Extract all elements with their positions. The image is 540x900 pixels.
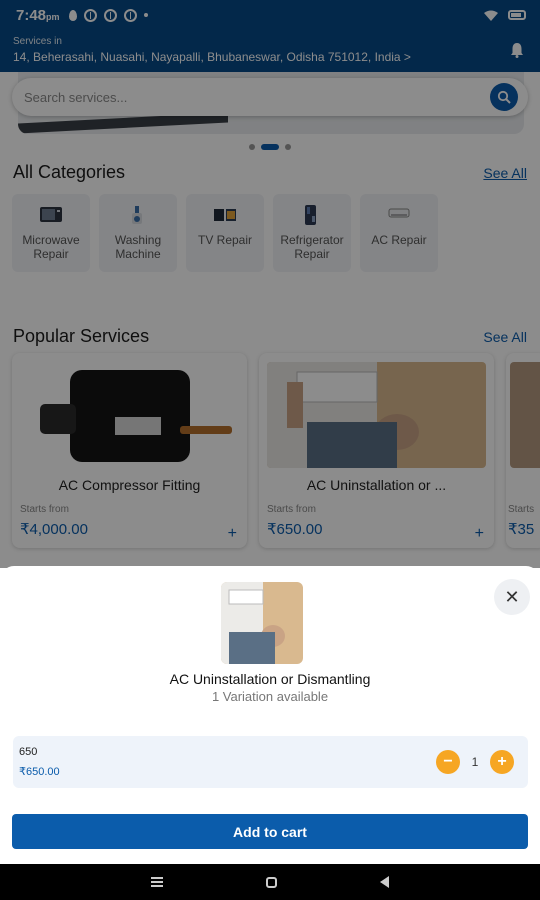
variant-price: ₹650.00 <box>19 766 60 778</box>
decrease-quantity-button[interactable]: − <box>436 750 460 774</box>
recent-apps-icon[interactable] <box>151 877 164 887</box>
sheet-service-title: AC Uninstallation or Dismantling <box>169 671 371 687</box>
increase-quantity-button[interactable]: + <box>490 750 514 774</box>
variant-row: 650 ₹650.00 − 1 + <box>13 736 528 788</box>
home-icon[interactable] <box>265 876 277 888</box>
modal-backdrop[interactable] <box>0 0 540 568</box>
ac-uninstall-thumbnail <box>221 582 303 664</box>
add-to-cart-button[interactable]: Add to cart <box>12 814 528 849</box>
quantity-value: 1 <box>471 755 479 769</box>
service-bottom-sheet: ✕ AC Uninstallation or Dismantling 1 Var… <box>0 566 540 864</box>
quantity-stepper: − 1 + <box>436 750 514 774</box>
close-button[interactable]: ✕ <box>494 579 530 615</box>
variant-name: 650 <box>19 746 38 758</box>
sheet-service-image <box>221 582 303 664</box>
variation-count: 1 Variation available <box>211 689 329 704</box>
back-icon[interactable] <box>379 876 389 888</box>
system-nav-bar <box>0 864 540 900</box>
